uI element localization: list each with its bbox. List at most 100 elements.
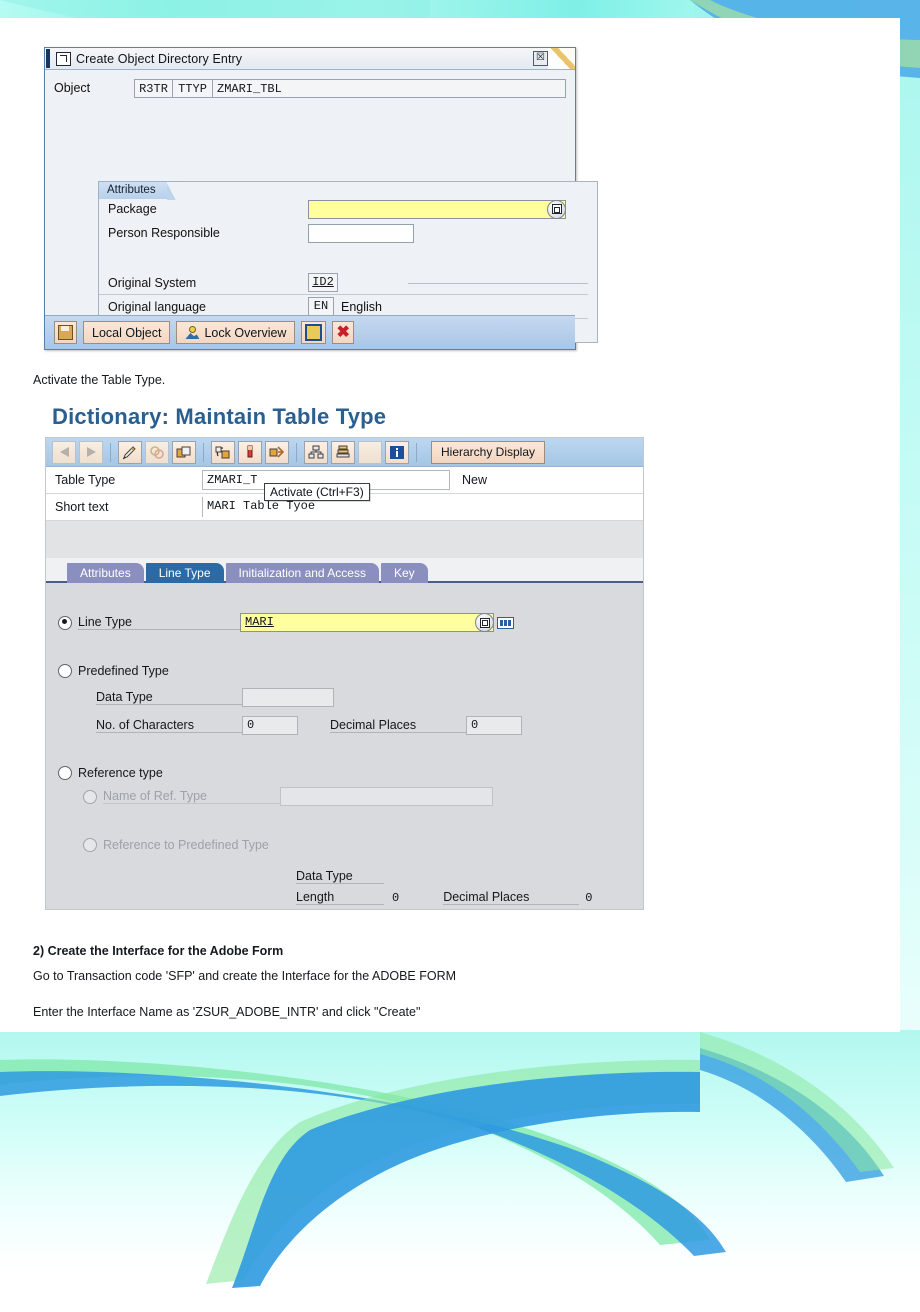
- copy-object-icon[interactable]: [172, 440, 196, 464]
- reference-type-row: Reference type: [46, 766, 643, 780]
- ref-decimal-places-value: 0: [585, 890, 593, 905]
- dialog-title-bar: Create Object Directory Entry ☒: [45, 48, 575, 70]
- package-label: Package: [108, 202, 157, 216]
- package-row: Package: [99, 197, 597, 221]
- name-of-ref-type-input[interactable]: [280, 787, 493, 806]
- original-system-value[interactable]: ID2: [308, 273, 338, 292]
- close-icon[interactable]: ☒: [533, 51, 548, 66]
- step-line-1: Go to Transaction code 'SFP' and create …: [33, 969, 457, 983]
- no-of-characters-input[interactable]: 0: [242, 716, 298, 735]
- decimal-places-input[interactable]: 0: [466, 716, 522, 735]
- ref-data-type-row: Data Type: [46, 869, 643, 884]
- background-bottom-waves: [0, 1032, 894, 1288]
- save-icon: [58, 325, 73, 340]
- multiple-selection-icon[interactable]: [497, 616, 514, 629]
- package-input[interactable]: [308, 199, 566, 219]
- application-toolbar: Hierarchy Display: [46, 438, 643, 467]
- package-search-help-icon[interactable]: [547, 199, 566, 219]
- print-preview-icon[interactable]: [358, 440, 382, 464]
- lock-overview-button[interactable]: Lock Overview: [176, 321, 296, 344]
- step-heading: 2) Create the Interface for the Adobe Fo…: [33, 944, 284, 958]
- name-of-ref-type-row: Name of Ref. Type: [46, 787, 643, 806]
- line-type-panel: Line Type MARI Predefined Type Data Type…: [46, 583, 643, 909]
- toolbar-separator: [110, 442, 111, 462]
- lock-overview-label: Lock Overview: [204, 325, 287, 340]
- original-system-label: Original System: [108, 275, 197, 290]
- object-label: Object: [54, 81, 91, 95]
- predefined-type-label: Predefined Type: [78, 664, 169, 678]
- person-responsible-row: Person Responsible: [99, 221, 597, 245]
- page-title: Dictionary: Maintain Table Type: [52, 404, 387, 429]
- step-line-2: Enter the Interface Name as 'ZSUR_ADOBE_…: [33, 1005, 421, 1019]
- save-button[interactable]: [54, 321, 77, 344]
- local-object-button[interactable]: Local Object: [83, 321, 171, 344]
- data-type-label: Data Type: [96, 690, 242, 705]
- cancel-button[interactable]: ✖: [332, 321, 354, 344]
- hierarchy-icon[interactable]: [304, 440, 328, 464]
- activate-tooltip: Activate (Ctrl+F3): [264, 483, 370, 501]
- note-activate-table-type: Activate the Table Type.: [33, 373, 166, 387]
- toolbar-separator-2: [203, 442, 204, 462]
- line-type-search-help-icon[interactable]: [475, 613, 494, 632]
- reference-to-predefined-type-row: Reference to Predefined Type: [46, 838, 643, 852]
- title-corner-decoration: [548, 48, 575, 69]
- original-language-code[interactable]: EN: [308, 297, 334, 316]
- tab-attributes[interactable]: Attributes: [67, 563, 144, 583]
- local-object-label: Local Object: [92, 325, 162, 340]
- object-name-field[interactable]: ZMARI_TBL: [213, 78, 566, 98]
- dictionary-maintain-table-type-screen: Hierarchy Display Table Type ZMARI_T New…: [45, 437, 644, 910]
- data-type-input[interactable]: [242, 688, 334, 707]
- line-type-radio[interactable]: [58, 615, 72, 630]
- ref-length-value: 0: [392, 890, 400, 905]
- change-pencil-icon[interactable]: [118, 440, 142, 464]
- dialog-title-text: Create Object Directory Entry: [76, 51, 243, 66]
- tab-attributes[interactable]: Attributes: [98, 181, 177, 200]
- line-type-row: Line Type MARI: [46, 613, 643, 632]
- display-icon: [305, 324, 323, 341]
- toolbar-separator-3: [296, 442, 297, 462]
- name-of-ref-type-radio[interactable]: [83, 789, 97, 804]
- ref-length-label: Length: [296, 890, 384, 905]
- check-object-icon[interactable]: [211, 440, 235, 464]
- toolbar-separator-4: [416, 442, 417, 462]
- tab-strip: Attributes Line Type Initialization and …: [46, 558, 643, 583]
- tab-initialization-and-access[interactable]: Initialization and Access: [225, 563, 379, 583]
- predefined-type-row: Predefined Type: [46, 664, 643, 678]
- line-type-label: Line Type: [78, 615, 240, 630]
- activate-icon[interactable]: [238, 440, 262, 464]
- where-used-icon[interactable]: [265, 440, 289, 464]
- refresh-icon[interactable]: [145, 440, 169, 464]
- no-of-characters-row: No. of Characters 0 Decimal Places 0: [46, 716, 643, 735]
- reference-to-predefined-type-radio[interactable]: [83, 838, 97, 852]
- ref-length-row: Length 0 Decimal Places 0: [46, 890, 643, 905]
- short-text-label: Short text: [55, 500, 109, 514]
- reference-type-radio[interactable]: [58, 766, 72, 780]
- decimal-places-label: Decimal Places: [330, 718, 466, 733]
- object-type-field[interactable]: R3TR: [134, 78, 173, 98]
- object-subtype-field[interactable]: TTYP: [173, 78, 213, 98]
- original-language-name: English: [341, 299, 382, 314]
- back-icon[interactable]: [52, 440, 76, 464]
- predefined-type-radio[interactable]: [58, 664, 72, 678]
- title-accent-bar: [46, 49, 50, 68]
- object-row: Object R3TR TTYP ZMARI_TBL: [54, 77, 566, 99]
- forward-icon[interactable]: [79, 440, 103, 464]
- original-system-row: Original System ID2: [99, 271, 588, 295]
- dialog-footer-toolbar: Local Object Lock Overview ✖: [45, 315, 575, 349]
- table-type-label: Table Type: [55, 473, 116, 487]
- tab-line-type[interactable]: Line Type: [145, 563, 224, 583]
- window-icon: [56, 51, 71, 66]
- information-icon[interactable]: [385, 440, 409, 464]
- person-responsible-input[interactable]: [308, 223, 414, 243]
- structure-icon[interactable]: [331, 440, 355, 464]
- close-x-icon: ✖: [336, 324, 350, 341]
- reference-type-label: Reference type: [78, 766, 163, 780]
- ref-data-type-label: Data Type: [296, 869, 384, 884]
- tab-key[interactable]: Key: [380, 563, 428, 583]
- line-type-input[interactable]: MARI: [240, 613, 494, 632]
- hierarchy-display-button[interactable]: Hierarchy Display: [431, 440, 546, 464]
- name-of-ref-type-label: Name of Ref. Type: [103, 789, 280, 804]
- display-object-button[interactable]: [301, 321, 327, 344]
- data-type-row: Data Type: [46, 688, 643, 707]
- reference-to-predefined-type-label: Reference to Predefined Type: [103, 838, 269, 852]
